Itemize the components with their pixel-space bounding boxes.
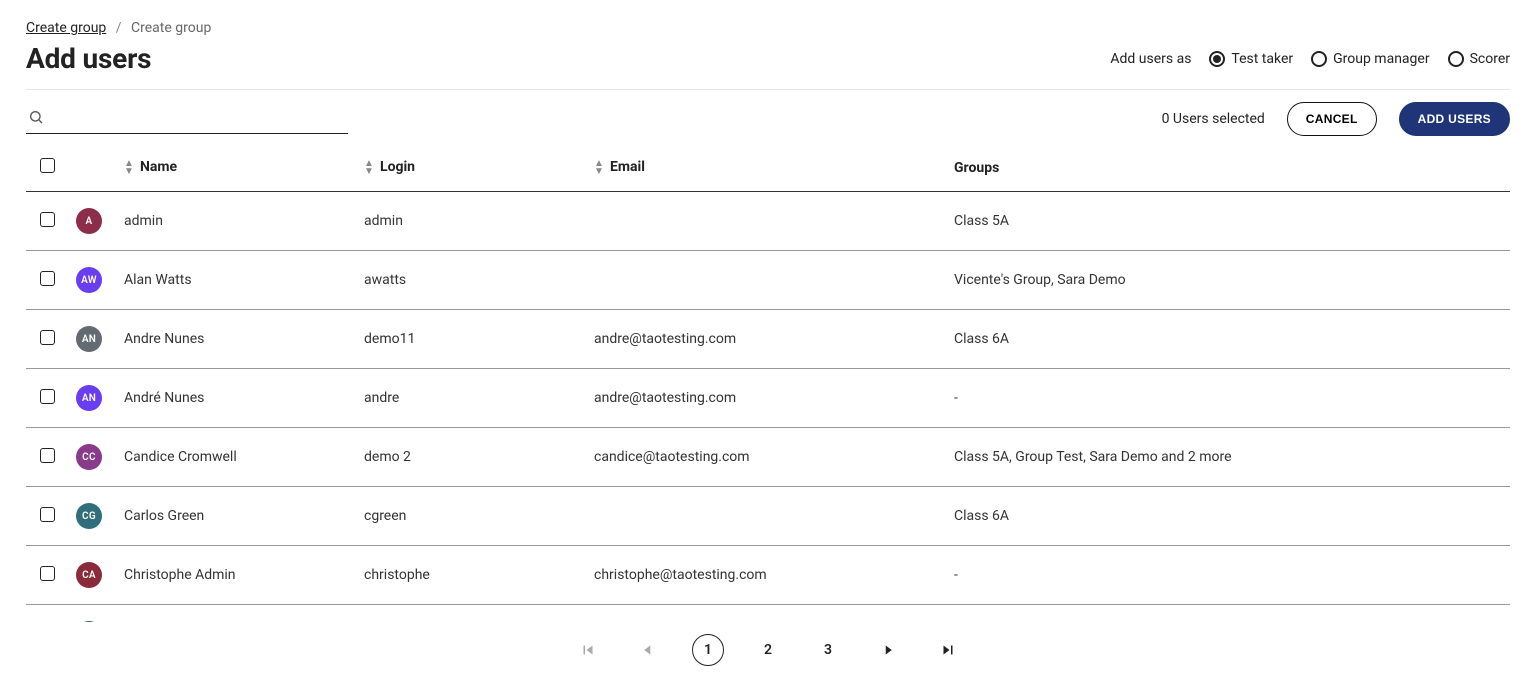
column-header-groups: Groups: [946, 144, 1510, 192]
add-users-as-radio-group: Add users as Test taker Group manager Scor…: [1110, 51, 1510, 67]
cell-groups: -: [946, 369, 1510, 428]
cell-groups: Christophe's group: [946, 605, 1510, 623]
sort-icon: [594, 160, 604, 176]
cell-groups: Vicente's Group, Sara Demo: [946, 251, 1510, 310]
cell-email: andre@taotesting.com: [586, 369, 946, 428]
pagination: 123: [26, 622, 1510, 674]
avatar: AW: [76, 267, 102, 293]
users-table: Name Login Email Groups Aadminadmin Class…: [26, 144, 1510, 622]
last-page-button[interactable]: [932, 634, 964, 666]
radio-icon: [1209, 51, 1225, 67]
avatar: CA: [76, 562, 102, 588]
cell-groups: Class 6A: [946, 310, 1510, 369]
table-row: AN Andre Nunesdemo11andre@taotesting.comC…: [26, 310, 1510, 369]
row-checkbox[interactable]: [40, 448, 55, 463]
cell-name: Carlos Green: [116, 487, 356, 546]
select-all-checkbox[interactable]: [40, 158, 55, 173]
cell-name: Candice Cromwell: [116, 428, 356, 487]
cell-name: André Nunes: [116, 369, 356, 428]
column-header-email[interactable]: Email: [586, 144, 946, 192]
radio-label: Scorer: [1470, 51, 1510, 67]
radio-group-manager[interactable]: Group manager: [1311, 51, 1429, 67]
cell-name: Andre Nunes: [116, 310, 356, 369]
cell-name: Christophe Admin: [116, 546, 356, 605]
radio-scorer[interactable]: Scorer: [1448, 51, 1510, 67]
page-number-3[interactable]: 3: [812, 634, 844, 666]
cell-groups: -: [946, 546, 1510, 605]
avatar: AN: [76, 326, 102, 352]
page-number-2[interactable]: 2: [752, 634, 784, 666]
radio-test-taker[interactable]: Test taker: [1209, 51, 1293, 67]
sort-icon: [364, 160, 374, 176]
first-page-button[interactable]: [572, 634, 604, 666]
row-checkbox[interactable]: [40, 212, 55, 227]
search-input-wrap[interactable]: [26, 105, 348, 134]
cell-groups: Class 5A, Group Test, Sara Demo and 2 mo…: [946, 428, 1510, 487]
cancel-button[interactable]: CANCEL: [1287, 102, 1377, 136]
cell-login: admin: [356, 192, 586, 251]
cell-email: andre@taotesting.com: [586, 310, 946, 369]
cell-login: christophe: [356, 546, 586, 605]
cell-email: [586, 487, 946, 546]
breadcrumb-link-create-group[interactable]: Create group: [26, 20, 106, 36]
radio-icon: [1311, 51, 1327, 67]
table-row: AW Alan Wattsawatts Vicente's Group, Sara …: [26, 251, 1510, 310]
cell-login: christophe_gm: [356, 605, 586, 623]
cell-login: demo 2: [356, 428, 586, 487]
radio-label: Test taker: [1231, 51, 1293, 67]
cell-groups: Class 5A: [946, 192, 1510, 251]
cell-email: candice@taotesting.com: [586, 428, 946, 487]
cell-email: christophe@taotesting.com: [586, 605, 946, 623]
radio-icon: [1448, 51, 1464, 67]
cell-login: demo11: [356, 310, 586, 369]
table-row: AN André Nunesandreandre@taotesting.com-: [26, 369, 1510, 428]
page-title: Add users: [26, 42, 151, 75]
radio-label: Group manager: [1333, 51, 1429, 67]
table-row: CG Christophe GMchristophe_gmchristophe@t…: [26, 605, 1510, 623]
cell-name: admin: [116, 192, 356, 251]
breadcrumb: Create group / Create group: [26, 20, 1510, 36]
prev-page-button[interactable]: [632, 634, 664, 666]
selected-count: 0 Users selected: [1162, 111, 1265, 127]
table-row: CG Carlos Greencgreen Class 6A: [26, 487, 1510, 546]
avatar: CG: [76, 621, 102, 622]
row-checkbox[interactable]: [40, 507, 55, 522]
table-row: CA Christophe Adminchristophechristophe@t…: [26, 546, 1510, 605]
sort-icon: [124, 160, 134, 176]
row-checkbox[interactable]: [40, 271, 55, 286]
cell-login: andre: [356, 369, 586, 428]
add-users-button[interactable]: ADD USERS: [1399, 102, 1510, 136]
avatar: CC: [76, 444, 102, 470]
row-checkbox[interactable]: [40, 389, 55, 404]
search-input[interactable]: [44, 109, 346, 129]
cell-name: Alan Watts: [116, 251, 356, 310]
cell-login: awatts: [356, 251, 586, 310]
cell-email: [586, 251, 946, 310]
column-header-login[interactable]: Login: [356, 144, 586, 192]
table-row: CC Candice Cromwelldemo 2candice@taotesti…: [26, 428, 1510, 487]
column-header-name[interactable]: Name: [116, 144, 356, 192]
breadcrumb-separator: /: [116, 20, 122, 36]
avatar: A: [76, 208, 102, 234]
cell-email: christophe@taotesting.com: [586, 546, 946, 605]
table-row: Aadminadmin Class 5A: [26, 192, 1510, 251]
row-checkbox[interactable]: [40, 566, 55, 581]
page-number-1[interactable]: 1: [692, 634, 724, 666]
cell-login: cgreen: [356, 487, 586, 546]
row-checkbox[interactable]: [40, 330, 55, 345]
cell-email: [586, 192, 946, 251]
avatar: CG: [76, 503, 102, 529]
cell-groups: Class 6A: [946, 487, 1510, 546]
add-users-as-label: Add users as: [1110, 51, 1191, 67]
next-page-button[interactable]: [872, 634, 904, 666]
search-icon: [28, 109, 44, 129]
avatar: AN: [76, 385, 102, 411]
breadcrumb-current: Create group: [131, 20, 211, 36]
cell-name: Christophe GM: [116, 605, 356, 623]
users-table-body: Aadminadmin Class 5A AW Alan Wattsawatts Vic…: [26, 192, 1510, 623]
